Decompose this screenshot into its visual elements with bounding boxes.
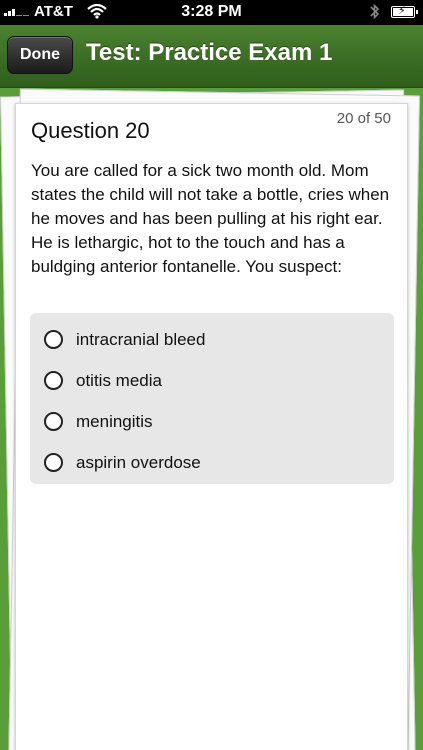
answer-option[interactable]: meningitis xyxy=(30,401,394,442)
page-title: Test: Practice Exam 1 xyxy=(86,39,333,66)
answer-options: intracranial bleed otitis media meningit… xyxy=(30,313,394,484)
question-title: Question 20 xyxy=(31,118,150,143)
question-counter: 20 of 50 xyxy=(336,110,391,127)
question-card: 20 of 50 Question 20 You are called for … xyxy=(15,103,408,750)
answer-option[interactable]: aspirin overdose xyxy=(30,442,394,483)
clock-time: 3:28 PM xyxy=(181,3,242,20)
radio-button-icon[interactable] xyxy=(44,453,63,472)
answer-option-label: meningitis xyxy=(76,411,153,431)
radio-button-icon[interactable] xyxy=(44,371,63,390)
answer-option-label: otitis media xyxy=(76,370,162,390)
question-text: You are called for a sick two month old.… xyxy=(31,161,390,276)
answer-option-label: aspirin overdose xyxy=(76,452,201,472)
navigation-bar: Done Test: Practice Exam 1 xyxy=(0,25,423,88)
radio-button-icon[interactable] xyxy=(44,330,63,349)
done-button[interactable]: Done xyxy=(7,36,73,74)
status-bar: AT&T 3:28 PM ⚡ xyxy=(0,0,423,25)
radio-button-icon[interactable] xyxy=(44,412,63,431)
answer-option[interactable]: otitis media xyxy=(30,360,394,401)
bluetooth-icon xyxy=(369,3,380,24)
battery-charging-icon: ⚡ xyxy=(391,5,418,18)
answer-option-label: intracranial bleed xyxy=(76,329,206,349)
answer-option[interactable]: intracranial bleed xyxy=(30,319,394,360)
